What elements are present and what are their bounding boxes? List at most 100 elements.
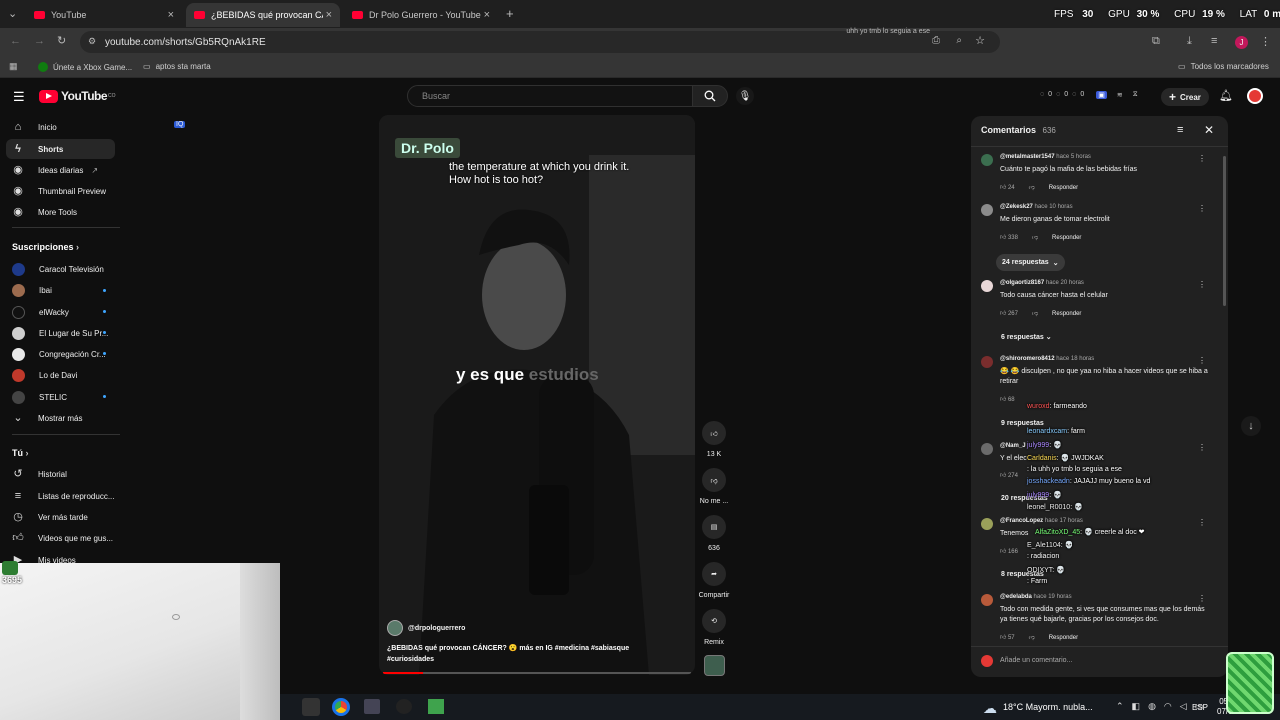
comment-author[interactable]: @Nam_J [1000,443,1026,449]
bookmark-xbox[interactable]: Únete a Xbox Game... [38,62,132,72]
comment-menu-icon[interactable]: ⋮ [1198,594,1206,603]
comment-author[interactable]: @metalmaster1547 [1000,154,1055,160]
subscription-item[interactable]: Ibai [0,280,120,300]
reload-icon[interactable]: ↻ [57,34,66,47]
sort-icon[interactable]: ≡ [1177,124,1183,136]
subscription-item[interactable]: elWacky [0,302,120,322]
account-avatar[interactable] [1247,88,1263,104]
shorts-video-player[interactable]: Dr. Polo the temperature at which you dr… [379,115,695,675]
commenter-avatar[interactable] [981,518,993,530]
comment-like-icon[interactable]: 👍︎ 24 [1000,185,1015,191]
wifi-icon[interactable]: ◠ [1164,701,1172,712]
tab-youtube[interactable]: YouTube × [26,3,182,27]
subscription-item[interactable]: STELIC [0,387,120,407]
comment-menu-icon[interactable]: ⋮ [1198,280,1206,289]
share-button[interactable]: ➦ Compartir [697,562,731,599]
apps-grid-icon[interactable]: ▦ [9,61,18,72]
tray-app-icon[interactable]: ◍ [1148,701,1156,712]
download-icon[interactable]: ⤓ [1187,35,1192,48]
sidebar-item-history[interactable]: ↺ Historial [0,464,120,484]
tray-chevron-icon[interactable]: ⌃ [1116,701,1124,712]
menu-kebab-icon[interactable]: ⋮ [1260,35,1271,48]
comment-menu-icon[interactable]: ⋮ [1198,518,1206,527]
subscription-item[interactable]: Lo de Davi [0,365,120,385]
volume-icon[interactable]: ◁ [1180,701,1187,712]
sidebar-item-ideas[interactable]: ◉ Ideas diarias ↗ [0,160,120,180]
progress-bar[interactable] [383,672,691,674]
reply-button[interactable]: Responder [1052,235,1081,241]
close-tab-icon[interactable]: × [484,9,490,21]
back-icon[interactable]: ← [10,35,21,47]
reply-button[interactable]: Responder [1052,311,1081,317]
add-comment-input[interactable]: Añade un comentario... [1000,657,1072,664]
reply-button[interactable]: Responder [1049,185,1078,191]
search-button[interactable] [692,85,728,107]
bookmark-folder[interactable]: ▭ aptos sta marta [143,62,211,71]
notifications-bell-icon[interactable]: 🔔︎ [1219,89,1233,102]
show-more-button[interactable]: ⌄ Mostrar más [0,408,120,428]
new-tab-icon[interactable]: + [506,6,514,21]
comment-like-icon[interactable]: 👍︎ 267 [1000,311,1018,317]
tray-app-icon[interactable]: ◧ [1132,701,1141,712]
show-replies-button[interactable]: 24 respuestas ⌄ [996,254,1065,271]
extension-badge-icon[interactable]: IQ [174,121,186,128]
forward-icon[interactable]: → [34,35,45,47]
reply-button[interactable]: Responder [1049,635,1078,641]
subscription-item[interactable]: El Lugar de Su Pr... [0,323,120,343]
close-tab-icon[interactable]: × [326,9,332,21]
close-icon[interactable]: ✕ [1204,123,1214,137]
minecraft-icon[interactable] [428,699,444,714]
hamburger-menu-icon[interactable]: ☰ [13,89,25,105]
extensions-icon[interactable]: ⧉ [1152,35,1160,48]
video-description[interactable]: ¿BEBIDAS qué provocan CÁNCER? 😮 más en I… [387,643,637,665]
tab-search-icon[interactable]: ⌄ [8,7,17,20]
comment-dislike-icon[interactable]: 👎︎ [1029,635,1035,641]
sidebar-item-liked[interactable]: 👍︎ Videos que me gus... [0,528,120,548]
comment-author[interactable]: @shiroromero8412 [1000,356,1055,362]
commenter-avatar[interactable] [981,443,993,455]
comment-dislike-icon[interactable]: 👎︎ [1032,311,1038,317]
comment-like-icon[interactable]: 👍︎ 166 [1000,549,1018,555]
subscriptions-title[interactable]: Suscripciones › [12,242,79,252]
stats-icon[interactable]: ≋ [1117,91,1123,99]
calculator-icon[interactable] [364,699,380,714]
voice-search-icon[interactable]: 🎙︎ [736,87,754,105]
comment-menu-icon[interactable]: ⋮ [1198,443,1206,452]
sound-thumbnail[interactable] [704,655,725,676]
sidebar-item-shorts[interactable]: ϟ Shorts [6,139,115,159]
commenter-avatar[interactable] [981,594,993,606]
site-info-icon[interactable]: ⚙ [88,36,96,47]
comments-button[interactable]: ▤ 636 [697,515,731,552]
youtube-logo[interactable]: YouTube CO [39,89,116,103]
commenter-avatar[interactable] [981,204,993,216]
comment-author[interactable]: @FrancoLopez [1000,518,1043,524]
comment-dislike-icon[interactable]: 👎︎ [1029,185,1035,191]
hourglass-icon[interactable]: ⧖ [1133,91,1138,99]
commenter-avatar[interactable] [981,280,993,292]
remix-button[interactable]: ⟲ Remix [697,609,731,646]
comment-like-icon[interactable]: 👍︎ 338 [1000,235,1018,241]
show-replies-button[interactable]: 6 respuestas ⌄ [1001,333,1052,341]
address-bar[interactable]: ⚙ youtube.com/shorts/Gb5RQnAk1RE uhh yo … [80,28,1000,53]
search-input[interactable]: Buscar [407,85,693,107]
tab-channel[interactable]: Dr Polo Guerrero - YouTube × [344,3,498,27]
obs-icon[interactable] [396,699,412,714]
subscription-item[interactable]: Caracol Televisión [0,259,120,279]
comment-menu-icon[interactable]: ⋮ [1198,204,1206,213]
you-section-title[interactable]: Tú › [12,448,29,458]
comment-author[interactable]: @Zekesk27 [1000,204,1033,210]
profile-avatar[interactable]: J [1235,36,1248,49]
comment-menu-icon[interactable]: ⋮ [1198,154,1206,163]
sidebar-item-tools[interactable]: ◉ More Tools [0,202,120,222]
commenter-avatar[interactable] [981,356,993,368]
sidebar-item-inicio[interactable]: ⌂ Inicio [0,117,120,137]
bookmark-star-icon[interactable]: ☆ [975,34,985,47]
channel-link[interactable]: @drpologuerrero [387,620,465,636]
install-icon[interactable]: ⎙ [932,35,940,46]
create-button[interactable]: + Crear [1161,88,1209,106]
comment-like-icon[interactable]: 👍︎ 68 [1000,397,1015,403]
dislike-button[interactable]: 👎︎ No me ... [697,468,731,505]
tab-current-video[interactable]: ¿BEBIDAS qué provocan CÁNCER? × [186,3,340,27]
sidebar-item-watch-later[interactable]: ◷ Ver más tarde [0,507,120,527]
extension-badge-icon[interactable]: ▣ [1096,91,1107,99]
